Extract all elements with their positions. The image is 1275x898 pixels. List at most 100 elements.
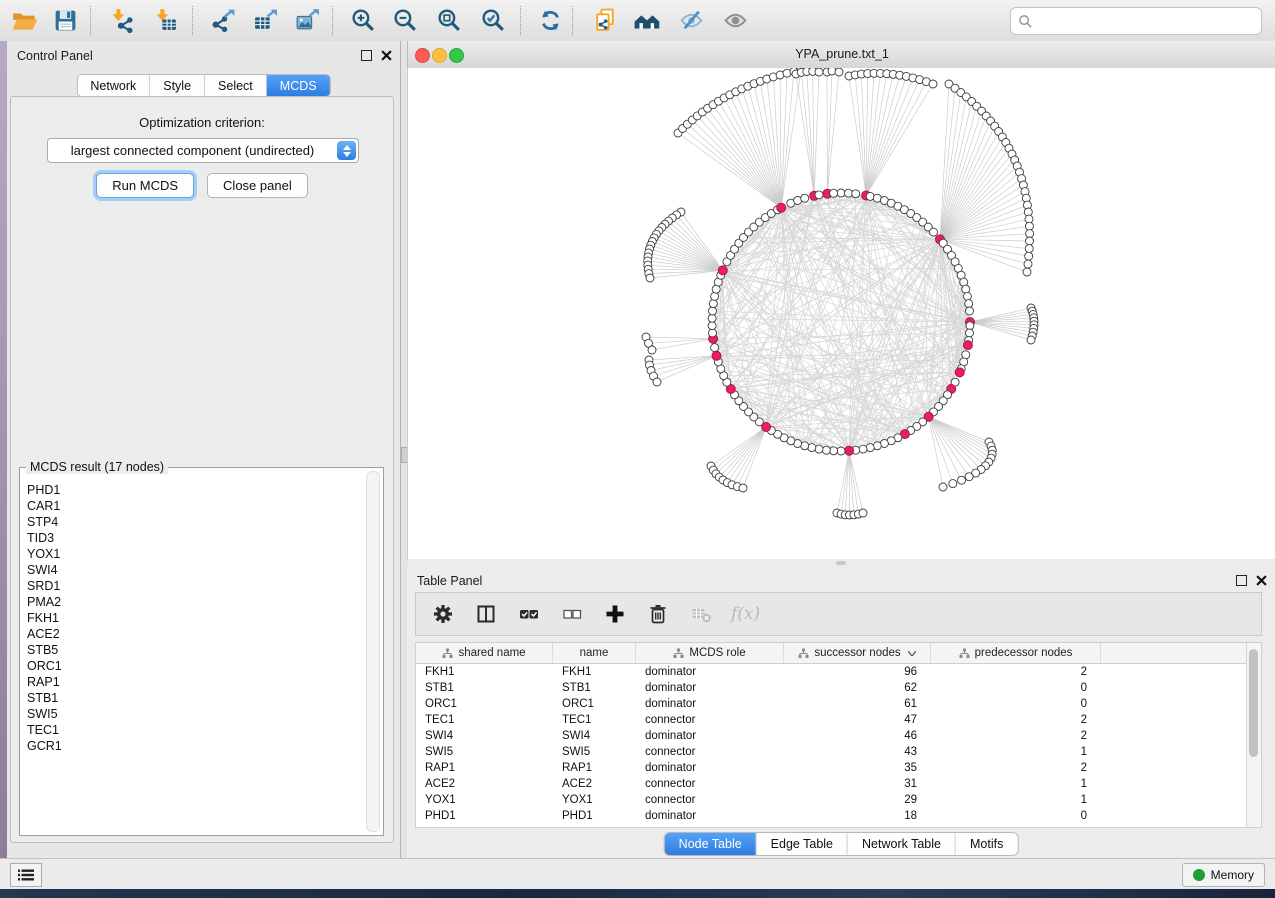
toolbar-separator (572, 6, 573, 35)
mcds-result-item[interactable]: FKH1 (27, 610, 367, 626)
column-header-successor-nodes[interactable]: successor nodes (784, 643, 931, 663)
mcds-result-item[interactable]: TEC1 (27, 722, 367, 738)
tab-edge-table[interactable]: Edge Table (757, 833, 848, 855)
mcds-result-item[interactable]: RAP1 (27, 674, 367, 690)
horizontal-splitter[interactable] (408, 559, 1275, 566)
desktop-wallpaper-bottom (0, 888, 1275, 898)
table-panel: Table Panel (407, 566, 1275, 858)
import-network-icon (108, 7, 135, 34)
search-box[interactable] (1010, 7, 1262, 35)
refresh-button[interactable] (533, 4, 567, 37)
optimization-criterion-select[interactable]: largest connected component (undirected) (47, 138, 359, 163)
table-row[interactable]: ORC1ORC1dominator610 (416, 696, 1247, 712)
zoom-out-button[interactable] (388, 4, 422, 37)
mcds-result-item[interactable]: ORC1 (27, 658, 367, 674)
save-session-button[interactable] (48, 4, 82, 37)
column-header-shared-name[interactable]: shared name (416, 643, 553, 663)
network-graph-canvas[interactable] (407, 68, 1275, 559)
table-scrollbar[interactable] (1246, 643, 1261, 827)
table-row[interactable]: FKH1FKH1dominator962 (416, 664, 1247, 680)
mcds-result-item[interactable]: CAR1 (27, 498, 367, 514)
mcds-result-item[interactable]: STP4 (27, 514, 367, 530)
close-panel-icon[interactable] (1256, 575, 1267, 586)
memory-label: Memory (1211, 868, 1254, 882)
network-window-titlebar[interactable]: YPA_prune.txt_1 (407, 41, 1275, 69)
zoom-selected-icon (480, 7, 507, 34)
clone-network-button[interactable] (588, 4, 622, 37)
run-mcds-button[interactable]: Run MCDS (96, 173, 194, 198)
column-header-predecessor-nodes[interactable]: predecessor nodes (931, 643, 1101, 663)
create-column-button[interactable] (602, 601, 628, 627)
mcds-result-item[interactable]: TID3 (27, 530, 367, 546)
open-folder-icon (11, 7, 39, 35)
table-row[interactable]: ACE2ACE2connector311 (416, 776, 1247, 792)
table-settings-button[interactable] (430, 601, 456, 627)
tab-network[interactable]: Network (77, 75, 150, 96)
zoom-selected-button[interactable] (476, 4, 510, 37)
select-all-columns-button[interactable] (516, 601, 542, 627)
delete-column-button[interactable] (645, 601, 671, 627)
status-bar: Memory (0, 858, 1275, 889)
mcds-result-item[interactable]: PHD1 (27, 482, 367, 498)
cell-name: STB1 (553, 682, 636, 694)
import-table-icon (152, 7, 179, 34)
mcds-result-item[interactable]: SWI4 (27, 562, 367, 578)
close-panel-button[interactable]: Close panel (207, 173, 308, 198)
mcds-result-item[interactable]: GCR1 (27, 738, 367, 754)
table-row[interactable]: YOX1YOX1connector291 (416, 792, 1247, 808)
search-input[interactable] (1033, 10, 1261, 32)
mcds-result-item[interactable]: YOX1 (27, 546, 367, 562)
tab-node-table[interactable]: Node Table (665, 833, 757, 855)
mcds-result-item[interactable]: ACE2 (27, 626, 367, 642)
float-panel-icon[interactable] (361, 50, 372, 61)
mcds-result-item[interactable]: PMA2 (27, 594, 367, 610)
tab-motifs[interactable]: Motifs (956, 833, 1017, 855)
import-network-button[interactable] (104, 4, 138, 37)
show-all-button[interactable] (718, 4, 752, 37)
cell-successor-nodes: 18 (784, 810, 931, 822)
export-image-button[interactable] (290, 4, 324, 37)
table-panel-title: Table Panel (417, 574, 482, 588)
mcds-result-item[interactable]: STB1 (27, 690, 367, 706)
cell-name: ACE2 (553, 778, 636, 790)
table-row[interactable]: RAP1RAP1dominator352 (416, 760, 1247, 776)
splitter-handle[interactable] (836, 561, 846, 565)
memory-button[interactable]: Memory (1182, 863, 1265, 887)
tab-mcds[interactable]: MCDS (267, 75, 330, 96)
open-session-button[interactable] (8, 4, 42, 37)
mcds-list-scrollbar[interactable] (366, 471, 380, 832)
table-row[interactable]: STB1STB1dominator620 (416, 680, 1247, 696)
scrollbar-thumb[interactable] (1249, 649, 1258, 757)
cell-predecessor-nodes: 0 (931, 698, 1101, 710)
mcds-result-item[interactable]: SRD1 (27, 578, 367, 594)
memory-status-icon (1193, 869, 1205, 881)
show-panels-menu-button[interactable] (10, 863, 42, 887)
export-table-button[interactable] (248, 4, 282, 37)
show-column-pane-button[interactable] (473, 601, 499, 627)
close-panel-icon[interactable] (381, 50, 392, 61)
table-row[interactable]: TEC1TEC1connector472 (416, 712, 1247, 728)
zoom-fit-button[interactable] (432, 4, 466, 37)
mcds-result-item[interactable]: SWI5 (27, 706, 367, 722)
tab-style[interactable]: Style (150, 75, 205, 96)
table-row[interactable]: SWI5SWI5connector431 (416, 744, 1247, 760)
export-network-button[interactable] (206, 4, 240, 37)
hide-selected-button[interactable] (674, 4, 708, 37)
mcds-result-item[interactable]: STB5 (27, 642, 367, 658)
first-neighbors-button[interactable] (630, 4, 664, 37)
cell-predecessor-nodes: 0 (931, 810, 1101, 822)
unselect-all-columns-button[interactable] (559, 601, 585, 627)
column-header-name[interactable]: name (553, 643, 636, 663)
import-table-button[interactable] (148, 4, 182, 37)
split-columns-icon (475, 603, 497, 625)
clone-network-icon (592, 7, 619, 34)
float-panel-icon[interactable] (1236, 575, 1247, 586)
table-row[interactable]: SWI4SWI4dominator462 (416, 728, 1247, 744)
tab-select[interactable]: Select (205, 75, 267, 96)
column-header-MCDS-role[interactable]: MCDS role (636, 643, 784, 663)
eye-slash-icon (678, 7, 705, 34)
zoom-in-button[interactable] (346, 4, 380, 37)
trash-icon (647, 603, 669, 625)
table-row[interactable]: PHD1PHD1dominator180 (416, 808, 1247, 824)
tab-network-table[interactable]: Network Table (848, 833, 956, 855)
